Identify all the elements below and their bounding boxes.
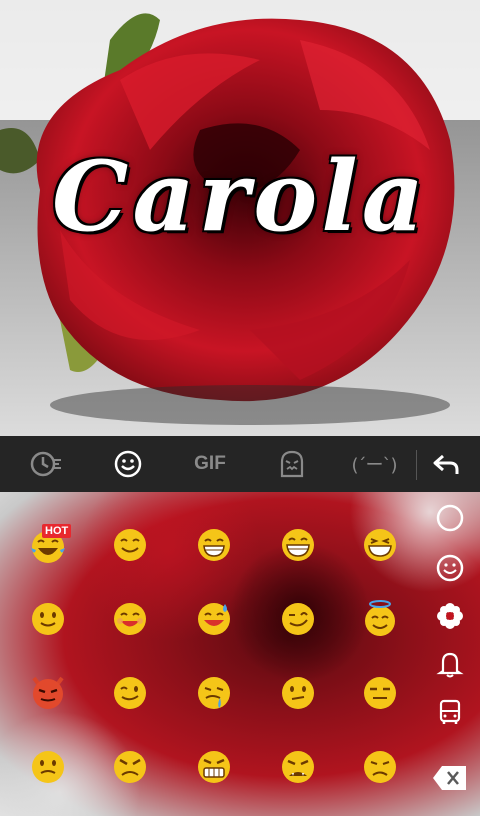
emoji-neutral-smirk[interactable] (278, 672, 318, 712)
hot-badge: HOT (42, 524, 72, 538)
emoji-halo[interactable] (360, 598, 400, 638)
delete-button[interactable] (432, 764, 468, 792)
emoji-big-grin[interactable] (278, 524, 318, 564)
gif-tab[interactable]: GIF (178, 436, 242, 492)
smiley-category-icon (436, 554, 464, 582)
gif-label: GIF (194, 453, 226, 474)
name-text: Carola (52, 140, 428, 253)
emoji-confused[interactable] (28, 746, 68, 786)
emoji-smile[interactable] (110, 524, 150, 564)
emoji-slight-smile[interactable] (28, 598, 68, 638)
back-button[interactable] (414, 436, 478, 492)
side-travel-category[interactable] (432, 694, 468, 730)
keyboard-toolbar: GIF (´ー`) (0, 436, 480, 493)
sticker-icon (280, 450, 304, 478)
kaomoji-tab[interactable]: (´ー`) (342, 436, 406, 492)
emoji-panel-background (0, 492, 480, 816)
emoji-sad[interactable] (360, 746, 400, 786)
recent-emoji-tab[interactable] (14, 436, 78, 492)
side-objects-category[interactable] (432, 646, 468, 682)
emoji-grin[interactable] (194, 524, 234, 564)
smiley-icon (114, 450, 142, 478)
bell-icon (436, 652, 464, 678)
bus-icon (439, 699, 461, 724)
back-arrow-icon (433, 454, 459, 474)
sticker-tab[interactable] (260, 436, 324, 492)
emoji-wink-smile[interactable] (278, 598, 318, 638)
emoji-wink[interactable] (110, 672, 150, 712)
kaomoji-label: (´ー`) (351, 455, 397, 476)
emoji-angry[interactable] (110, 746, 150, 786)
flower-icon (437, 603, 463, 629)
emoji-tab[interactable] (96, 436, 160, 492)
side-nature-category[interactable] (432, 598, 468, 634)
emoji-expressionless[interactable] (360, 672, 400, 712)
emoji-smile-closed-eyes[interactable] (110, 598, 150, 638)
side-smiley-category[interactable] (432, 550, 468, 586)
delete-key-icon (433, 766, 466, 790)
emoji-grimace[interactable] (194, 746, 234, 786)
emoji-grin-squint[interactable] (360, 524, 400, 564)
blurred-wallpaper (0, 492, 480, 816)
emoji-imp[interactable] (28, 672, 68, 712)
emoji-fangs-frown[interactable] (278, 746, 318, 786)
keyboard-theme-wallpaper: Carola (0, 0, 480, 436)
side-blank-category[interactable] (432, 500, 468, 536)
emoji-drooling[interactable] (194, 672, 234, 712)
circle-icon (436, 504, 464, 532)
emoji-grinning-sweat[interactable] (194, 598, 234, 638)
recent-clock-icon (30, 451, 61, 477)
